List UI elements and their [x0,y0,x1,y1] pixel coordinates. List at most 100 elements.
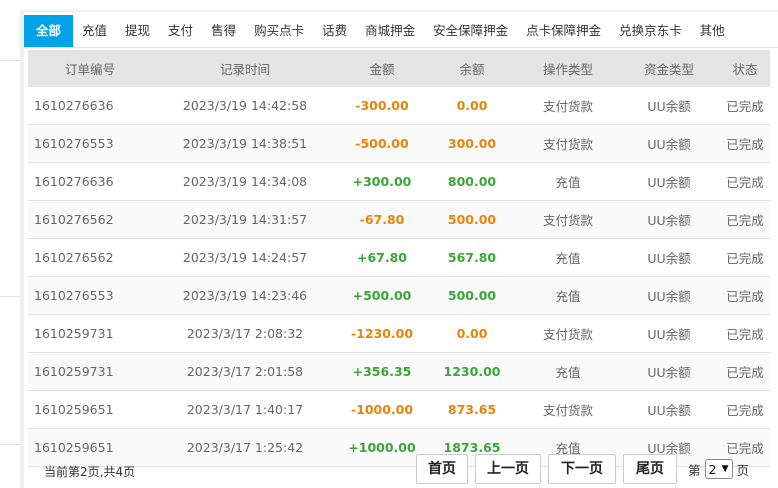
table-header-row: 订单编号 记录时间 金额 余额 操作类型 资金类型 状态 [28,50,770,87]
balance-cell: 0.00 [426,87,518,125]
balance-cell: 300.00 [426,124,518,163]
next-page-button[interactable]: 下一页 [548,454,616,484]
fund-type-cell: UU余额 [618,314,720,353]
tab-3[interactable]: 支付 [159,15,202,47]
tab-7[interactable]: 商城押金 [356,15,424,47]
fund-type-cell: UU余额 [618,162,720,201]
fund-type-cell: UU余额 [618,87,720,125]
tab-0[interactable]: 全部 [24,15,74,47]
status-cell: 已完成 [720,87,770,125]
order-id-cell: 1610259731 [28,352,152,391]
order-id-cell: 1610259651 [28,428,152,467]
left-sidebar-edge [0,0,20,488]
tab-1[interactable]: 充值 [73,15,116,47]
record-time-cell: 2023/3/19 14:34:08 [152,162,338,201]
top-bar [20,0,778,10]
operation-type-cell: 充值 [518,238,618,277]
first-page-button[interactable]: 首页 [416,454,468,484]
balance-cell: 500.00 [426,276,518,315]
tab-4[interactable]: 售得 [202,15,245,47]
status-cell: 已完成 [720,200,770,239]
fund-type-cell: UU余额 [618,238,720,277]
table-row: 1610276636 2023/3/19 14:34:08 +300.00 800.0… [28,162,770,201]
balance-cell: 0.00 [426,314,518,353]
operation-type-cell: 充值 [518,352,618,391]
page-info: 当前第2页,共4页 [44,465,136,479]
records-table: 订单编号 记录时间 金额 余额 操作类型 资金类型 状态 1610276636 2023/3/… [28,50,770,467]
operation-type-cell: 支付货款 [518,390,618,429]
amount-cell: +300.00 [338,162,426,201]
column-header: 操作类型 [518,50,618,87]
table-row: 1610259731 2023/3/17 2:08:32 -1230.00 0.00 支… [28,314,770,353]
status-cell: 已完成 [720,276,770,315]
amount-cell: +356.35 [338,352,426,391]
order-id-cell: 1610276553 [28,276,152,315]
amount-cell: +67.80 [338,238,426,277]
order-id-cell: 1610259651 [28,390,152,429]
operation-type-cell: 支付货款 [518,87,618,125]
prev-page-button[interactable]: 上一页 [475,454,541,484]
page-select[interactable]: 2 ▼ [704,459,733,479]
page-suffix-label: 页 [736,462,750,478]
amount-cell: -300.00 [338,87,426,125]
sidebar-divider [0,296,20,297]
operation-type-cell: 支付货款 [518,124,618,163]
table-row: 1610276562 2023/3/19 14:31:57 -67.80 500.00… [28,200,770,239]
table-row: 1610259651 2023/3/17 1:40:17 -1000.00 873.6… [28,390,770,429]
status-cell: 已完成 [720,352,770,391]
record-time-cell: 2023/3/17 2:01:58 [152,352,338,391]
table-row: 1610276636 2023/3/19 14:42:58 -300.00 0.00 支… [28,87,770,125]
status-cell: 已完成 [720,238,770,277]
table-row: 1610276562 2023/3/19 14:24:57 +67.80 567.80… [28,238,770,277]
table-body: 1610276636 2023/3/19 14:42:58 -300.00 0.00 支… [28,87,770,467]
amount-cell: -500.00 [338,124,426,163]
record-time-cell: 2023/3/19 14:23:46 [152,276,338,315]
order-id-cell: 1610259731 [28,314,152,353]
table-row: 1610276553 2023/3/19 14:23:46 +500.00 500.0… [28,276,770,315]
balance-cell: 1230.00 [426,352,518,391]
status-cell: 已完成 [720,314,770,353]
order-id-cell: 1610276562 [28,200,152,239]
sidebar-divider [0,60,20,61]
fund-type-cell: UU余额 [618,390,720,429]
tab-5[interactable]: 购买点卡 [245,15,313,47]
tab-6[interactable]: 话费 [313,15,356,47]
tab-9[interactable]: 点卡保障押金 [517,15,610,47]
fund-type-cell: UU余额 [618,276,720,315]
balance-cell: 500.00 [426,200,518,239]
amount-cell: +500.00 [338,276,426,315]
status-cell: 已完成 [720,162,770,201]
balance-cell: 567.80 [426,238,518,277]
chevron-down-icon: ▼ [721,464,729,474]
last-page-button[interactable]: 尾页 [623,454,677,484]
record-time-cell: 2023/3/19 14:31:57 [152,200,338,239]
tab-11[interactable]: 其他 [691,15,734,47]
column-header: 余额 [426,50,518,87]
sidebar-divider [0,444,20,445]
tab-8[interactable]: 安全保障押金 [424,15,517,47]
column-header: 金额 [338,50,426,87]
record-time-cell: 2023/3/19 14:24:57 [152,238,338,277]
balance-cell: 873.65 [426,390,518,429]
tab-10[interactable]: 兑换京东卡 [610,15,691,47]
operation-type-cell: 充值 [518,162,618,201]
fund-type-cell: UU余额 [618,200,720,239]
amount-cell: -1000.00 [338,390,426,429]
column-header: 订单编号 [28,50,152,87]
status-cell: 已完成 [720,390,770,429]
record-time-cell: 2023/3/17 2:08:32 [152,314,338,353]
fund-records-panel: 全部 充值 提现 支付 售得 购买点卡 话费 商城押金 安全保障押金 点卡保障押金 兑换京东卡 其他 … [24,12,778,488]
tab-2[interactable]: 提现 [116,15,159,47]
fund-type-cell: UU余额 [618,124,720,163]
fund-type-cell: UU余额 [618,352,720,391]
operation-type-cell: 充值 [518,276,618,315]
amount-cell: -1230.00 [338,314,426,353]
record-time-cell: 2023/3/17 1:25:42 [152,428,338,467]
page-prefix-label: 第 [688,462,701,478]
order-id-cell: 1610276636 [28,87,152,125]
column-header: 记录时间 [152,50,338,87]
table-row: 1610259731 2023/3/17 2:01:58 +356.35 1230.0… [28,352,770,391]
pagination: 首页 上一页 下一页 尾页 第 2 ▼ 页 [416,454,753,484]
record-time-cell: 2023/3/19 14:42:58 [152,87,338,125]
record-type-tabs: 全部 充值 提现 支付 售得 购买点卡 话费 商城押金 安全保障押金 点卡保障押金 兑换京东卡 其他 [24,15,778,48]
